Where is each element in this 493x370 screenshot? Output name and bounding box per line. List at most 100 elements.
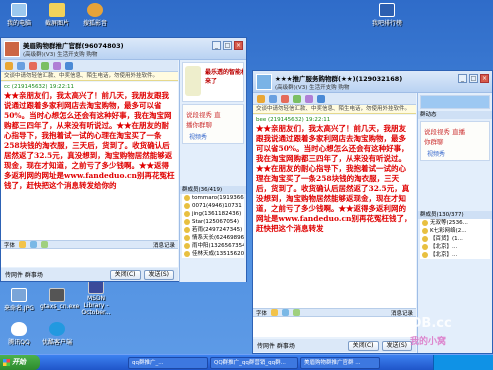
home-icon[interactable] <box>257 94 265 103</box>
youku-icon <box>49 322 65 336</box>
chat-toolbar <box>1 60 178 72</box>
member-item[interactable]: tommaro(191936613) <box>182 194 244 202</box>
minimize-button[interactable]: _ <box>212 41 221 50</box>
video-show-label: 视频秀 <box>189 134 208 141</box>
member-avatar-icon <box>422 220 428 226</box>
people-icon[interactable] <box>269 94 277 103</box>
input-toolbar: 字体 消息记录 <box>1 240 178 249</box>
member-item[interactable]: K七彩网络(2... <box>420 227 490 235</box>
member-item[interactable]: 佳林天成(1351562045) <box>182 250 244 258</box>
music-icon[interactable] <box>305 94 313 103</box>
gear-icon[interactable] <box>317 94 325 103</box>
video-show-banner[interactable]: 说段视秀 直播你群聊 视频秀 <box>420 121 490 161</box>
desktop-icon-my-computer[interactable]: 我的电脑 <box>2 3 36 27</box>
message-record-link[interactable]: 消息记录 <box>153 241 175 249</box>
message-text: ★★亲朋友们，我太高兴了！前几天，我朋友跟我说通过跟着多家利网店去淘宝购物，最多… <box>256 124 410 223</box>
maximize-button[interactable]: □ <box>469 74 478 83</box>
close-window-button[interactable]: × <box>234 41 243 50</box>
home-icon[interactable] <box>5 61 13 70</box>
chat-history[interactable]: bee (219145632) 19:22:11 ★★亲朋友们，我太高兴了！前几… <box>253 115 416 308</box>
emoji-icon[interactable] <box>271 309 279 316</box>
music-icon[interactable] <box>53 61 61 70</box>
member-item[interactable]: Star(125067054) <box>182 218 244 226</box>
window-titlebar[interactable]: 美眉购物群推广官群(96074803) (高级群)(V3) 生活开支购 购物 _… <box>1 38 246 60</box>
font-tool[interactable]: 字体 <box>256 309 267 317</box>
member-avatar-icon <box>184 235 190 241</box>
member-name: 若雨(2497247345) <box>192 227 243 233</box>
share-icon[interactable] <box>293 94 301 103</box>
minimize-button[interactable]: _ <box>458 74 467 83</box>
footer-links[interactable]: 传网件 群事场 <box>5 270 43 279</box>
send-button[interactable]: 发送(S) <box>381 340 412 351</box>
start-button[interactable]: 开始 <box>0 355 40 370</box>
chat-history[interactable]: cc (219145632) 19:22:11 ★★亲朋友们，我太高兴了！前几天… <box>1 82 178 240</box>
taskbar-item[interactable]: 美眉购物群推广官群 ... <box>300 357 380 369</box>
mail-icon[interactable] <box>281 94 289 103</box>
screenshot-icon[interactable] <box>41 241 49 248</box>
share-icon[interactable] <box>41 61 49 70</box>
mail-icon[interactable] <box>29 61 37 70</box>
emoji-icon[interactable] <box>19 241 27 248</box>
desktop-icon-qq[interactable]: 腾讯QQ <box>2 322 36 346</box>
maximize-button[interactable]: □ <box>223 41 232 50</box>
member-avatar-icon <box>184 251 190 257</box>
security-notice: 交谈中请勿轻信汇款、中奖信息、陌生电话，勿使用外挂软件。 <box>253 105 416 114</box>
desktop-icon-image-file[interactable]: 来命名.JPG <box>2 288 36 312</box>
desktop-icon-screenshots[interactable]: 截屏图片 <box>40 3 74 27</box>
qq-group-chat-window-left[interactable]: 美眉购物群推广官群(96074803) (高级群)(V3) 生活开支购 购物 _… <box>0 37 247 282</box>
font-tool[interactable]: 字体 <box>4 241 15 249</box>
taskbar-item[interactable]: qq群推广_... <box>128 357 208 369</box>
handwritten-text: 说段视秀 直播你群聊 <box>424 128 466 146</box>
member-item[interactable]: 情系天长(624698969) <box>182 234 244 242</box>
member-name: 【百货】(1... <box>430 236 463 242</box>
desktop-icon-msdn[interactable]: MSDN Library - October... <box>76 280 116 316</box>
system-tray <box>433 355 493 370</box>
screenshot-icon[interactable] <box>293 309 301 316</box>
ad-banner[interactable] <box>420 95 490 109</box>
security-notice: 交谈中请勿轻信汇款、中奖信息、陌生电话，勿使用外挂软件。 <box>1 72 178 81</box>
member-item[interactable]: 【百货】(1... <box>420 235 490 243</box>
message-url[interactable]: www.fandeduo.cn <box>279 214 352 223</box>
gear-icon[interactable] <box>65 61 73 70</box>
window-title: ★★★推广服务购物群(★★)(129032168) <box>275 75 403 83</box>
window-subtitle: (高级群)(V3) 生活开支购 购物 <box>23 52 98 58</box>
member-avatar-icon <box>422 252 428 258</box>
image-file-icon <box>11 288 27 302</box>
image-icon[interactable] <box>30 241 38 248</box>
window-titlebar[interactable]: ★★★推广服务购物群(★★)(129032168) (高级群)(V3) 生活开支… <box>253 71 492 93</box>
member-item[interactable]: jing(1361182436) <box>182 210 244 218</box>
desktop-icon-youku[interactable]: 优酷客户端 <box>40 322 74 346</box>
message-input[interactable] <box>1 249 178 267</box>
member-item[interactable]: 雨中阳(1326567354) <box>182 242 244 250</box>
computer-icon <box>11 3 27 17</box>
close-button[interactable]: 关闭(C) <box>347 340 379 351</box>
member-list: 无双等(2536... K七彩网络(2... 【百货】(1... 【北京】...… <box>420 219 490 259</box>
desktop-icon-ranking[interactable]: 我吧排行榜 <box>370 3 404 27</box>
message-url[interactable]: www.fandeduo.cn <box>64 171 137 180</box>
video-show-label: 视频秀 <box>427 151 446 158</box>
member-item[interactable]: 【北京】... <box>420 243 490 251</box>
member-list: tommaro(191936613) 0071(4946)10731 jing(… <box>182 194 244 258</box>
member-item[interactable]: 0071(4946)10731 <box>182 202 244 210</box>
video-show-banner[interactable]: 说段视秀 直播你群聊 视频秀 <box>182 104 244 144</box>
member-item[interactable]: 无双等(2536... <box>420 219 490 227</box>
qq-group-chat-window-right[interactable]: ★★★推广服务购物群(★★)(129032168) (高级群)(V3) 生活开支… <box>252 70 493 354</box>
desktop-icon-exe[interactable]: gtaxs_cn.exe <box>40 288 79 310</box>
send-button[interactable]: 发送(S) <box>143 269 174 280</box>
ad-banner[interactable]: 最乐透的智能机来了 <box>182 62 244 102</box>
member-name: jing(1361182436) <box>192 211 242 217</box>
members-header: 群成员(36/419) <box>180 186 246 194</box>
footer-links[interactable]: 传网件 群事场 <box>257 341 295 350</box>
desktop-icon-label: MSDN Library - October... <box>81 295 111 316</box>
people-icon[interactable] <box>17 61 25 70</box>
message-meta: bee (219145632) 19:22:11 <box>256 117 331 123</box>
image-icon[interactable] <box>282 309 290 316</box>
close-window-button[interactable]: × <box>480 74 489 83</box>
folder-icon <box>49 3 65 17</box>
member-item[interactable]: 若雨(2497247345) <box>182 226 244 234</box>
desktop-icon-sohu-player[interactable]: 搜狐影音 <box>78 3 112 27</box>
member-item[interactable]: 【北京】... <box>420 251 490 259</box>
side-panel: 群动态 说段视秀 直播你群聊 视频秀 群成员(130/377) 无双等(2536… <box>417 93 492 353</box>
taskbar-item[interactable]: QQ群推广_qq群营销_qq群... <box>210 357 298 369</box>
close-button[interactable]: 关闭(C) <box>109 269 141 280</box>
